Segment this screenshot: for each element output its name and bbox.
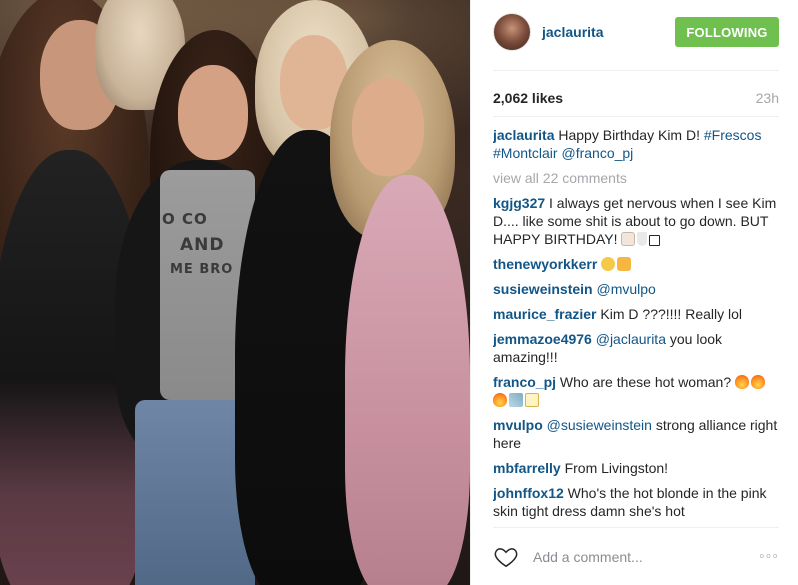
post-modal: O CO AND ME BRO jaclaurita FOLLOWING 2,0…	[0, 0, 798, 585]
photo-person-5-face	[352, 78, 424, 176]
thumbs-up-emoji-icon	[617, 257, 632, 271]
divider	[493, 527, 779, 528]
comment-item: kgjg327 I always get nervous when I see …	[493, 194, 779, 248]
likes-count[interactable]: 2,062 likes	[493, 90, 563, 106]
comment-username[interactable]: susieweinstein	[493, 281, 593, 297]
comment-item: franco_pj Who are these hot woman?	[493, 373, 779, 409]
divider	[493, 116, 779, 117]
post-photo[interactable]: O CO AND ME BRO	[0, 0, 470, 585]
comment-item: maurice_frazier Kim D ???!!!! Really lol	[493, 305, 779, 323]
cake-emoji-icon	[621, 232, 636, 246]
fire-emoji-icon	[751, 375, 766, 389]
comment-mention[interactable]: @mvulpo	[596, 281, 655, 297]
comment-username[interactable]: maurice_frazier	[493, 306, 597, 322]
comment-text: From Livingston!	[564, 460, 669, 476]
comment-text: Who are these hot woman?	[559, 374, 732, 390]
post-header: jaclaurita FOLLOWING	[471, 0, 798, 64]
add-comment-input[interactable]: Add a comment...	[533, 549, 759, 565]
following-button[interactable]: FOLLOWING	[675, 17, 779, 47]
hashtag-montclair[interactable]: #Montclair	[493, 145, 558, 161]
comment-text: Kim D ???!!!! Really lol	[600, 306, 743, 322]
divider	[493, 70, 779, 71]
comment-mention[interactable]: @jaclaurita	[596, 331, 666, 347]
fire-emoji-icon	[735, 375, 750, 389]
avatar[interactable]	[493, 13, 531, 51]
comment-username[interactable]: franco_pj	[493, 374, 556, 390]
comment-username[interactable]: kgjg327	[493, 195, 545, 211]
comment-item: johnffox12 Who's the hot blonde in the p…	[493, 484, 779, 520]
author-username[interactable]: jaclaurita	[542, 24, 603, 40]
mention-franco-pj[interactable]: @franco_pj	[561, 145, 633, 161]
comment-mention[interactable]: @susieweinstein	[547, 417, 652, 433]
photo-shirt-text-1: O CO	[162, 210, 208, 228]
syringe-emoji-icon	[509, 393, 523, 407]
photo-shirt-text-3: ME BRO	[170, 262, 234, 277]
photo-person-5-dress	[345, 175, 470, 585]
comment-item: mbfarrelly From Livingston!	[493, 459, 779, 477]
grinning-emoji-icon	[601, 257, 616, 271]
comments-list[interactable]: jaclaurita Happy Birthday Kim D! #Fresco…	[493, 126, 779, 521]
heart-icon[interactable]	[493, 544, 519, 570]
comment-username[interactable]: mbfarrelly	[493, 460, 561, 476]
memo-emoji-icon	[525, 393, 539, 407]
photo-person-3-face	[178, 65, 248, 160]
comment-username[interactable]: mvulpo	[493, 417, 543, 433]
comment-username[interactable]: jemmazoe4976	[493, 331, 592, 347]
view-all-comments-link[interactable]: view all 22 comments	[493, 169, 779, 187]
post-details-panel: jaclaurita FOLLOWING 2,062 likes 23h jac…	[470, 0, 798, 585]
post-timestamp[interactable]: 23h	[756, 90, 779, 106]
comment-item: thenewyorkkerr	[493, 255, 779, 273]
likes-row: 2,062 likes 23h	[493, 90, 779, 106]
comment-item: jemmazoe4976 @jaclaurita you look amazin…	[493, 330, 779, 366]
caption-text: Happy Birthday Kim D!	[558, 127, 700, 143]
more-options-icon[interactable]: ◦◦◦	[759, 548, 779, 566]
hashtag-frescos[interactable]: #Frescos	[704, 127, 762, 143]
comment-item: mvulpo @susieweinstein strong alliance r…	[493, 416, 779, 452]
comment-footer: Add a comment... ◦◦◦	[493, 540, 779, 574]
cocktail-emoji-icon	[637, 232, 648, 246]
photo-shirt-text-2: AND	[180, 235, 225, 255]
caption-username[interactable]: jaclaurita	[493, 127, 554, 143]
comment-username[interactable]: johnffox12	[493, 485, 564, 501]
comment-item: susieweinstein @mvulpo	[493, 280, 779, 298]
fire-emoji-icon	[493, 393, 507, 407]
caption: jaclaurita Happy Birthday Kim D! #Fresco…	[493, 126, 779, 162]
comment-username[interactable]: thenewyorkkerr	[493, 256, 597, 272]
missing-glyph-icon	[649, 235, 661, 246]
